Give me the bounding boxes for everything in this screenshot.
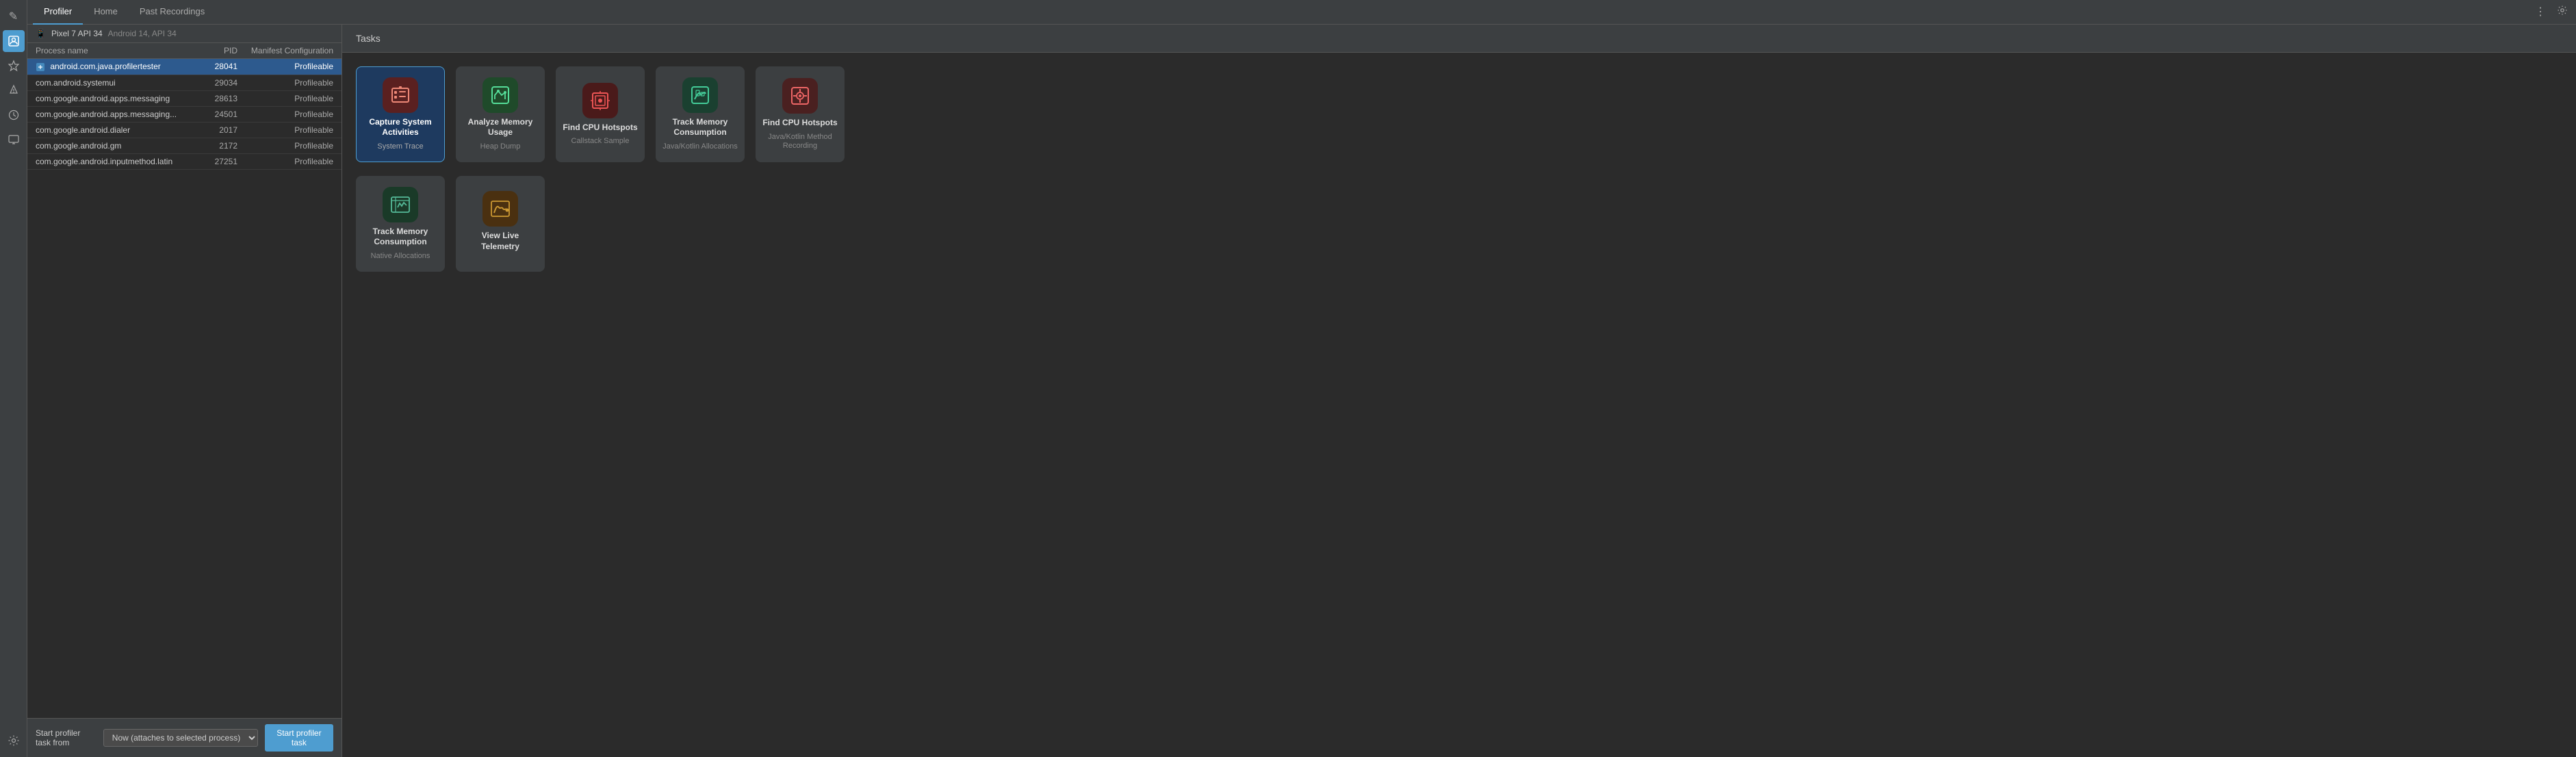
task-icon-track-memory-native <box>383 187 418 222</box>
task-card-track-memory[interactable]: Track Memory Consumption Java/Kotlin All… <box>656 66 745 162</box>
process-row[interactable]: com.google.android.apps.messaging 28613 … <box>27 91 342 107</box>
task-card-analyze-memory[interactable]: Analyze Memory Usage Heap Dump <box>456 66 545 162</box>
start-label: Start profiler task from <box>36 728 96 747</box>
process-name: com.google.android.gm <box>36 141 183 151</box>
task-icon-track-memory <box>682 77 718 113</box>
task-icon-analyze-memory <box>482 77 518 113</box>
sidebar-icon-profile[interactable] <box>3 30 25 52</box>
col-header-pid: PID <box>183 46 237 55</box>
process-row[interactable]: com.google.android.inputmethod.latin 272… <box>27 154 342 170</box>
task-row-2: Track Memory Consumption Native Allocati… <box>356 176 2562 272</box>
tab-profiler[interactable]: Profiler <box>33 0 83 25</box>
tab-bar: Profiler Home Past Recordings ⋮ <box>27 0 2576 25</box>
task-card-find-cpu-2[interactable]: Find CPU Hotspots Java/Kotlin Method Rec… <box>756 66 845 162</box>
task-title-analyze-memory: Analyze Memory Usage <box>462 117 539 138</box>
tab-past-recordings[interactable]: Past Recordings <box>129 0 216 25</box>
task-icon-find-cpu <box>582 83 618 118</box>
task-row-1: Capture System Activities System Trace <box>356 66 2562 162</box>
task-icon-view-live <box>482 191 518 227</box>
task-subtitle-capture-system: System Trace <box>377 142 423 151</box>
task-subtitle-analyze-memory: Heap Dump <box>480 142 521 151</box>
task-title-track-memory-native: Track Memory Consumption <box>362 227 439 248</box>
body-area: 📱 Pixel 7 API 34 Android 14, API 34 Proc… <box>27 25 2576 757</box>
process-pid: 28613 <box>183 94 237 103</box>
task-subtitle-find-cpu-2: Java/Kotlin Method Recording <box>762 133 838 151</box>
sidebar: ✎ <box>0 0 27 757</box>
process-pid: 27251 <box>183 157 237 166</box>
process-name: com.google.android.apps.messaging... <box>36 110 183 119</box>
process-manifest: Profileable <box>237 157 333 166</box>
task-subtitle-track-memory-native: Native Allocations <box>371 252 430 261</box>
task-start-dropdown[interactable]: Now (attaches to selected process)On sta… <box>103 729 258 747</box>
process-table-header: Process name PID Manifest Configuration <box>27 43 342 59</box>
process-pid: 2017 <box>183 125 237 135</box>
main-content: Profiler Home Past Recordings ⋮ 📱 Pixel … <box>27 0 2576 757</box>
task-icon-find-cpu-2 <box>782 78 818 114</box>
task-card-view-live[interactable]: View Live Telemetry <box>456 176 545 272</box>
sidebar-icon-pencil[interactable]: ✎ <box>3 5 25 27</box>
more-options-icon[interactable]: ⋮ <box>2532 2 2549 22</box>
sidebar-icon-monitor[interactable] <box>3 129 25 151</box>
process-manifest: Profileable <box>237 125 333 135</box>
tab-home[interactable]: Home <box>83 0 129 25</box>
col-header-name: Process name <box>36 46 183 55</box>
process-manifest: Profileable <box>237 110 333 119</box>
left-panel: 📱 Pixel 7 API 34 Android 14, API 34 Proc… <box>27 25 342 757</box>
col-header-manifest: Manifest Configuration <box>237 46 333 55</box>
process-pid: 29034 <box>183 78 237 88</box>
right-panel: Tasks <box>342 25 2576 757</box>
tab-bar-actions: ⋮ <box>2532 2 2571 22</box>
device-icon: 📱 <box>36 29 46 38</box>
task-subtitle-find-cpu: Callstack Sample <box>571 137 630 146</box>
process-row[interactable]: com.android.systemui 29034 Profileable <box>27 75 342 91</box>
task-icon-capture-system <box>383 77 418 113</box>
device-api: Android 14, API 34 <box>108 29 177 38</box>
process-manifest: Profileable <box>237 62 333 72</box>
process-name: com.android.systemui <box>36 78 183 88</box>
sidebar-icon-alerts[interactable] <box>3 79 25 101</box>
device-row: 📱 Pixel 7 API 34 Android 14, API 34 <box>27 25 342 43</box>
task-subtitle-track-memory: Java/Kotlin Allocations <box>662 142 737 151</box>
process-table: android.com.java.profilertester 28041 Pr… <box>27 59 342 718</box>
settings-icon[interactable] <box>2554 2 2571 22</box>
start-profiler-button[interactable]: Start profiler task <box>265 724 333 752</box>
process-row[interactable]: android.com.java.profilertester 28041 Pr… <box>27 59 342 75</box>
process-name: com.google.android.dialer <box>36 125 183 135</box>
process-pid: 24501 <box>183 110 237 119</box>
task-title-capture-system: Capture System Activities <box>362 117 439 138</box>
task-card-track-memory-native[interactable]: Track Memory Consumption Native Allocati… <box>356 176 445 272</box>
process-row[interactable]: com.google.android.dialer 2017 Profileab… <box>27 123 342 138</box>
process-pid: 2172 <box>183 141 237 151</box>
process-name: android.com.java.profilertester <box>36 62 183 72</box>
process-manifest: Profileable <box>237 141 333 151</box>
sidebar-icon-time[interactable] <box>3 104 25 126</box>
task-title-track-memory: Track Memory Consumption <box>662 117 738 138</box>
tasks-header: Tasks <box>342 25 2576 53</box>
process-row[interactable]: com.google.android.gm 2172 Profileable <box>27 138 342 154</box>
device-name: Pixel 7 API 34 <box>51 29 103 38</box>
task-title-view-live: View Live Telemetry <box>462 231 539 252</box>
process-name: com.google.android.apps.messaging <box>36 94 183 103</box>
process-name: com.google.android.inputmethod.latin <box>36 157 183 166</box>
tasks-grid: Capture System Activities System Trace <box>342 53 2576 757</box>
bottom-bar: Start profiler task from Now (attaches t… <box>27 718 342 757</box>
sidebar-icon-settings[interactable] <box>3 730 25 752</box>
process-row[interactable]: com.google.android.apps.messaging... 245… <box>27 107 342 123</box>
task-card-find-cpu[interactable]: Find CPU Hotspots Callstack Sample <box>556 66 645 162</box>
process-manifest: Profileable <box>237 94 333 103</box>
process-pid: 28041 <box>183 62 237 72</box>
process-manifest: Profileable <box>237 78 333 88</box>
task-card-capture-system[interactable]: Capture System Activities System Trace <box>356 66 445 162</box>
task-title-find-cpu-2: Find CPU Hotspots <box>762 118 837 129</box>
task-title-find-cpu: Find CPU Hotspots <box>563 123 637 133</box>
sidebar-icon-star[interactable] <box>3 55 25 77</box>
